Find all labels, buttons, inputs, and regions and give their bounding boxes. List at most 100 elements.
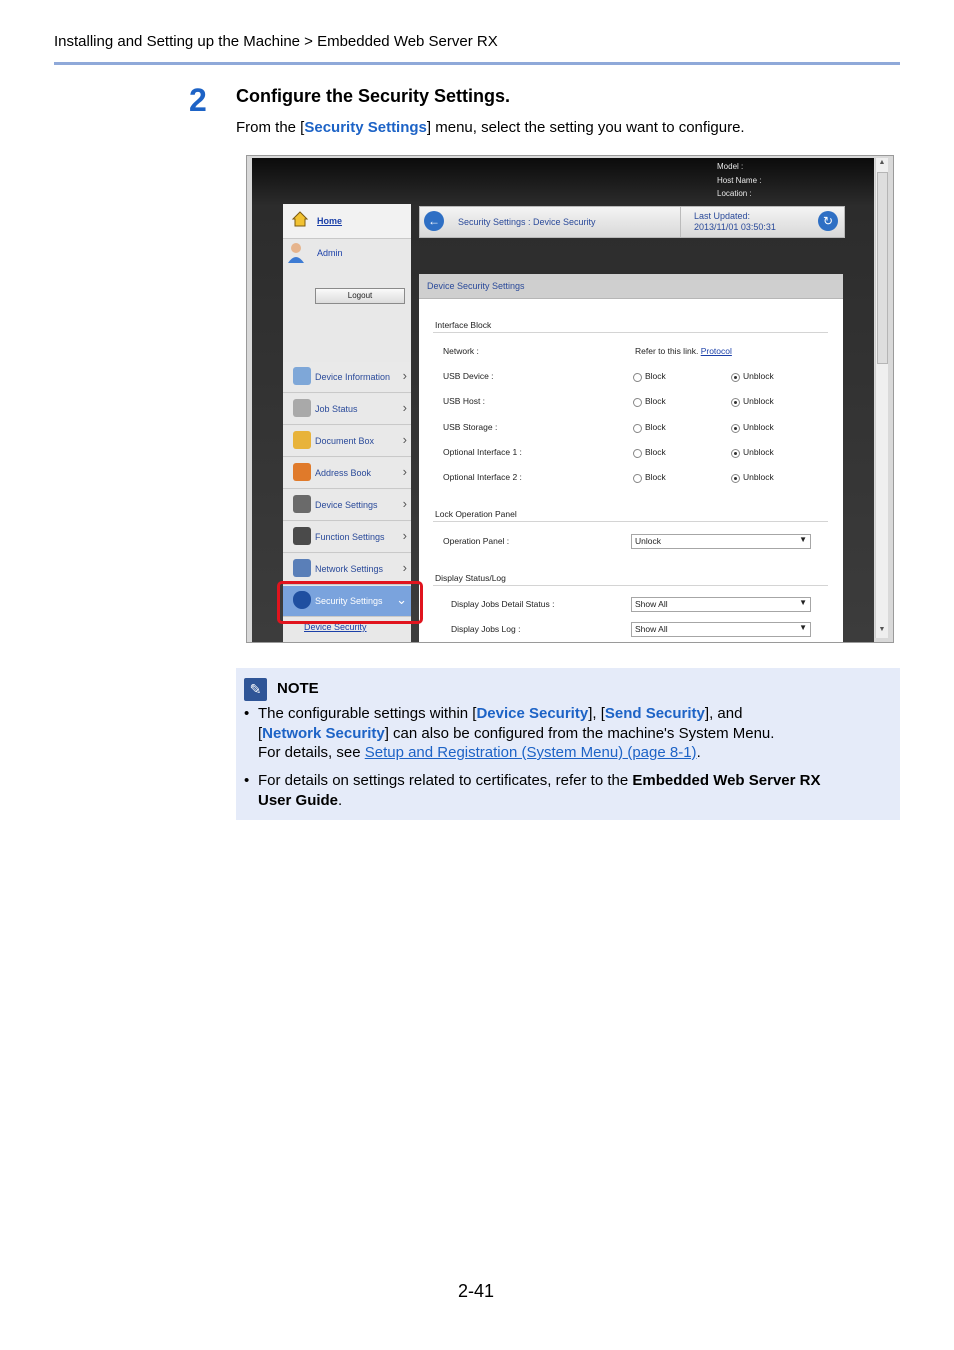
- back-arrow-icon[interactable]: ←: [424, 211, 444, 231]
- select-value: Show All: [635, 624, 668, 634]
- usb-device-label: USB Device :: [443, 371, 494, 381]
- device-settings-icon: [293, 495, 311, 513]
- note-box: ✎ NOTE • The configurable settings withi…: [236, 668, 900, 820]
- usb-storage-block-radio[interactable]: [633, 424, 642, 433]
- radio-label: Unblock: [743, 472, 774, 482]
- content-breadcrumb: Security Settings : Device Security: [458, 217, 596, 227]
- device-information-icon: [293, 367, 311, 385]
- scroll-up-icon[interactable]: ▲: [877, 159, 887, 169]
- sidebar-item-label: Job Status: [315, 404, 358, 414]
- panel-title: Device Security Settings: [419, 274, 843, 299]
- sidebar: Home Admin Logout Device Information › Jo…: [283, 204, 411, 642]
- header-rule: [54, 62, 900, 65]
- radio-label: Block: [645, 371, 666, 381]
- chevron-right-icon: ›: [402, 496, 407, 511]
- sidebar-item-device-information[interactable]: Device Information ›: [283, 362, 411, 393]
- content-top-bar: ← Security Settings : Device Security La…: [419, 206, 845, 238]
- chevron-right-icon: ›: [402, 464, 407, 479]
- operation-panel-select[interactable]: Unlock ▼: [631, 534, 811, 549]
- chevron-right-icon: ›: [402, 368, 407, 383]
- radio-label: Block: [645, 396, 666, 406]
- web-server-screenshot: Model : Host Name : Location : ▲ ▼ Home …: [246, 155, 894, 643]
- ews-rx-term: Embedded Web Server RX: [632, 772, 821, 789]
- note-title: NOTE: [277, 680, 319, 697]
- screenshot-scrollbar[interactable]: ▲ ▼: [875, 158, 888, 638]
- radio-label: Unblock: [743, 447, 774, 457]
- sidebar-item-function-settings[interactable]: Function Settings ›: [283, 522, 411, 553]
- sidebar-item-label: Network Settings: [315, 564, 384, 574]
- usb-device-unblock-radio[interactable]: [731, 373, 740, 382]
- jobs-detail-status-label: Display Jobs Detail Status :: [451, 599, 555, 609]
- chevron-down-icon: ▼: [799, 623, 807, 632]
- network-security-term: Network Security: [262, 724, 385, 742]
- scroll-thumb[interactable]: [877, 172, 888, 364]
- screenshot-top-bar: [252, 158, 874, 206]
- logout-button[interactable]: Logout: [315, 288, 405, 304]
- interface-block-heading: Interface Block: [435, 320, 492, 330]
- job-status-icon: [293, 399, 311, 417]
- optional-interface-2-unblock-radio[interactable]: [731, 474, 740, 483]
- operation-panel-label: Operation Panel :: [443, 536, 510, 546]
- refresh-icon[interactable]: ↻: [818, 211, 838, 231]
- radio-label: Block: [645, 472, 666, 482]
- chevron-right-icon: ›: [402, 560, 407, 575]
- bullet-icon: •: [244, 772, 250, 789]
- function-settings-icon: [293, 527, 311, 545]
- optional-interface-1-label: Optional Interface 1 :: [443, 447, 522, 457]
- network-refer-text: Refer to this link.: [635, 346, 699, 356]
- bullet-icon: •: [244, 705, 250, 722]
- radio-label: Block: [645, 422, 666, 432]
- sidebar-item-label: Function Settings: [315, 532, 385, 542]
- optional-interface-2-label: Optional Interface 2 :: [443, 472, 522, 482]
- address-book-icon: [293, 463, 311, 481]
- last-updated-label: Last Updated:: [694, 211, 751, 221]
- network-refer: Refer to this link. Protocol: [635, 346, 732, 356]
- protocol-link[interactable]: Protocol: [701, 346, 732, 356]
- panel-title-text: Device Security Settings: [427, 281, 525, 291]
- sidebar-home[interactable]: Home: [283, 204, 411, 239]
- device-security-panel: Device Security Settings Interface Block…: [419, 274, 843, 642]
- network-settings-icon: [293, 559, 311, 577]
- usb-host-label: USB Host :: [443, 396, 486, 406]
- usb-device-block-radio[interactable]: [633, 373, 642, 382]
- step-number: 2: [189, 82, 207, 118]
- security-settings-term: Security Settings: [304, 119, 427, 136]
- jobs-log-select[interactable]: Show All ▼: [631, 622, 811, 637]
- page-number: 2-41: [458, 1281, 495, 1301]
- optional-interface-1-block-radio[interactable]: [633, 449, 642, 458]
- sidebar-item-document-box[interactable]: Document Box ›: [283, 426, 411, 457]
- chevron-down-icon: ▼: [799, 598, 807, 607]
- display-status-log-heading: Display Status/Log: [435, 573, 506, 583]
- sidebar-item-address-book[interactable]: Address Book ›: [283, 458, 411, 489]
- scroll-down-icon[interactable]: ▼: [877, 626, 887, 636]
- chevron-right-icon: ›: [402, 528, 407, 543]
- optional-interface-2-block-radio[interactable]: [633, 474, 642, 483]
- home-link[interactable]: Home: [317, 216, 342, 226]
- jobs-detail-status-select[interactable]: Show All ▼: [631, 597, 811, 612]
- network-label: Network :: [443, 346, 479, 356]
- chevron-right-icon: ›: [402, 400, 407, 415]
- sidebar-item-label: Document Box: [315, 436, 375, 446]
- location-label: Location :: [717, 189, 752, 198]
- home-icon: [291, 210, 309, 228]
- select-value: Unlock: [635, 536, 661, 546]
- user-guide-term: User Guide: [258, 791, 339, 809]
- note-bullet-1: The configurable settings within [Device…: [258, 705, 775, 761]
- chevron-down-icon: ▼: [799, 535, 807, 544]
- section-divider: [433, 521, 828, 522]
- usb-storage-unblock-radio[interactable]: [731, 424, 740, 433]
- usb-storage-label: USB Storage :: [443, 422, 498, 432]
- sidebar-item-label: Address Book: [315, 468, 372, 478]
- step-description: From the [Security Settings] menu, selec…: [236, 119, 745, 136]
- lock-operation-panel-heading: Lock Operation Panel: [435, 509, 517, 519]
- document-box-icon: [293, 431, 311, 449]
- admin-label: Admin: [317, 248, 343, 258]
- sidebar-item-device-settings[interactable]: Device Settings ›: [283, 490, 411, 521]
- usb-host-unblock-radio[interactable]: [731, 398, 740, 407]
- usb-host-block-radio[interactable]: [633, 398, 642, 407]
- topbar-divider: [680, 207, 681, 237]
- setup-registration-link[interactable]: Setup and Registration (System Menu) (pa…: [365, 744, 697, 761]
- optional-interface-1-unblock-radio[interactable]: [731, 449, 740, 458]
- select-value: Show All: [635, 599, 668, 609]
- sidebar-item-job-status[interactable]: Job Status ›: [283, 394, 411, 425]
